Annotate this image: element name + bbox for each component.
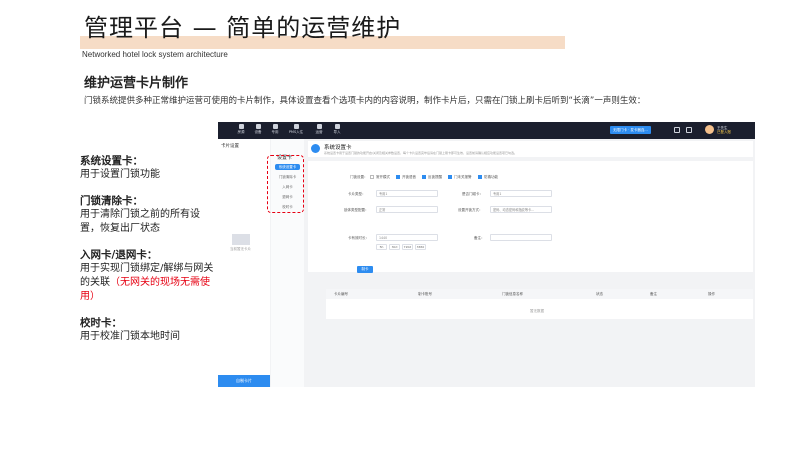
highlight-box	[267, 155, 304, 213]
user-status: 已登入账	[717, 130, 731, 134]
settings-icon[interactable]	[686, 127, 692, 133]
nav-item-devices[interactable]: 设备	[251, 124, 265, 135]
nav-label: 专用	[271, 130, 279, 134]
checkbox-lock-reminder[interactable]	[422, 175, 426, 179]
panel-title: 系统设置卡	[324, 145, 352, 151]
home-icon	[238, 124, 244, 129]
note-text: 用于校准门锁本地时间	[80, 331, 180, 342]
card-record-table: 卡片编号 制卡账号 门锁信息名称 状态 备注 操作 暂无数据	[326, 289, 753, 319]
panel-description: 系统设置卡用于设置门锁的功能开启/关闭及相关参数设置，每个卡片设置完毕后请在门锁…	[324, 151, 518, 155]
top-nav-bar: 房源 设备 专用 PMS入住 运营 导入 无限门卡 · 发卡器连... 王先生 …	[218, 122, 755, 139]
slide-subtitle: Networked hotel lock system architecture	[82, 50, 228, 59]
note-clear-card: 门锁清除卡： 用于清除门锁之前的所有设置，恢复出厂状态	[80, 194, 218, 236]
main-panel: 系统设置卡 系统设置卡用于设置门锁的功能开启/关闭及相关参数设置，每个卡片设置完…	[306, 139, 755, 387]
table-empty-text: 暂无数据	[530, 309, 544, 313]
checkbox-anti-pry[interactable]	[478, 175, 482, 179]
unlock-way-label: 设置开锁方式：	[458, 208, 483, 212]
checkbox-label: 门未关报警	[454, 175, 472, 179]
empty-placeholder-image	[232, 234, 250, 245]
note-title: 校时卡：	[80, 317, 122, 329]
card-icon	[272, 124, 278, 129]
checkbox-label: 反锁提醒	[428, 175, 442, 179]
nav-item-import[interactable]: 导入	[330, 124, 344, 135]
card-reader-button[interactable]: 无限门卡 · 发卡器连...	[610, 126, 651, 134]
lock-mode-label: 锁体类型配置：	[344, 208, 369, 212]
validity-chip[interactable]: 5h	[376, 244, 387, 250]
nav-label: 设备	[254, 130, 262, 134]
pms-icon	[293, 124, 299, 129]
nav-label: 房源	[237, 130, 245, 134]
card-type-select[interactable]: 专用1	[376, 190, 438, 197]
lock-setting-label: 门锁设置：	[350, 175, 368, 179]
note-time-card: 校时卡： 用于校准门锁本地时间	[80, 316, 218, 344]
note-network-card: 入网卡/退网卡： 用于实现门锁绑定/解绑与网关的关联（无网关的现场无需使用）	[80, 248, 218, 304]
lock-mode-select[interactable]: 正常	[376, 206, 438, 213]
card-form: 门锁设置： 常开模式 开锁语音 反锁提醒 门未关报警 防撬功能 卡片类型： 专用…	[308, 161, 753, 272]
validity-chip[interactable]: 3650	[415, 244, 426, 250]
self-made-card-button[interactable]: 自制卡片	[218, 375, 270, 387]
nav-label: PMS入住	[288, 130, 304, 134]
validity-chip[interactable]: 30d	[389, 244, 400, 250]
checkbox-unlock-voice[interactable]	[396, 175, 400, 179]
column-header: 制卡账号	[418, 292, 432, 296]
checkbox-label: 开锁语音	[402, 175, 416, 179]
note-text: 用于设置门锁功能	[80, 169, 160, 180]
operation-icon	[316, 124, 322, 129]
note-text: 用于清除门锁之前的所有设置，恢复出厂状态	[80, 209, 200, 234]
section-heading: 维护运营卡片制作	[84, 76, 189, 91]
note-title: 系统设置卡：	[80, 155, 143, 167]
checkbox-label: 常开模式	[376, 175, 390, 179]
device-icon	[255, 124, 261, 129]
column-header: 状态	[596, 292, 603, 296]
validity-label: 卡有效时长：	[348, 236, 369, 240]
column-header: 门锁信息名称	[502, 292, 523, 296]
import-icon	[334, 124, 340, 129]
checkbox-door-alarm[interactable]	[448, 175, 452, 179]
slide-title: 管理平台 — 简单的运营维护	[84, 14, 402, 42]
section-description: 门锁系统提供多种正常维护运营可使用的卡片制作，具体设置查看个选项卡内的内容说明，…	[84, 96, 646, 106]
card-notes: 系统设置卡： 用于设置门锁功能 门锁清除卡： 用于清除门锁之前的所有设置，恢复出…	[80, 154, 218, 356]
user-info[interactable]: 王先生 已登入账	[717, 126, 731, 134]
nav-label: 导入	[333, 130, 341, 134]
column-header: 操作	[708, 292, 715, 296]
validity-chip[interactable]: 720d	[402, 244, 413, 250]
nav-item-operation[interactable]: 运营	[312, 124, 326, 135]
card-settings-icon	[311, 144, 320, 153]
checkbox-label: 防撬功能	[484, 175, 498, 179]
special-card-select[interactable]: 专用1	[490, 190, 552, 197]
sidebar-title: 卡片设置	[221, 144, 239, 149]
panel-header: 系统设置卡 系统设置卡用于设置门锁的功能开启/关闭及相关参数设置，每个卡片设置完…	[308, 141, 753, 157]
card-sidebar: 卡片设置 当前暂无卡片 自制卡片	[218, 139, 270, 387]
remark-label: 备注：	[474, 236, 485, 240]
table-header: 卡片编号 制卡账号 门锁信息名称 状态 备注 操作	[326, 289, 753, 299]
note-title: 入网卡/退网卡：	[80, 249, 158, 261]
column-header: 卡片编号	[334, 292, 348, 296]
notification-icon[interactable]	[674, 127, 680, 133]
make-card-button[interactable]: 制卡	[357, 266, 373, 273]
column-header: 备注	[650, 292, 657, 296]
validity-input[interactable]: 1440	[376, 234, 438, 241]
note-system-card: 系统设置卡： 用于设置门锁功能	[80, 154, 218, 182]
app-screenshot: 房源 设备 专用 PMS入住 运营 导入 无限门卡 · 发卡器连... 王先生 …	[218, 122, 755, 387]
sidebar-empty-text: 当前暂无卡片	[230, 247, 251, 251]
unlock-way-select[interactable]: 密码、动态密码和指纹等卡...	[490, 206, 552, 213]
nav-label: 运营	[315, 130, 323, 134]
special-card-label: 是否门磁卡：	[462, 192, 483, 196]
remark-input[interactable]	[490, 234, 552, 241]
nav-item-special[interactable]: 专用	[268, 124, 282, 135]
nav-item-pms[interactable]: PMS入住	[287, 124, 305, 135]
nav-item-rooms[interactable]: 房源	[234, 124, 248, 135]
card-type-label: 卡片类型：	[348, 192, 366, 196]
checkbox-normally-open[interactable]	[370, 175, 374, 179]
note-title: 门锁清除卡：	[80, 195, 143, 207]
avatar[interactable]	[705, 125, 714, 134]
